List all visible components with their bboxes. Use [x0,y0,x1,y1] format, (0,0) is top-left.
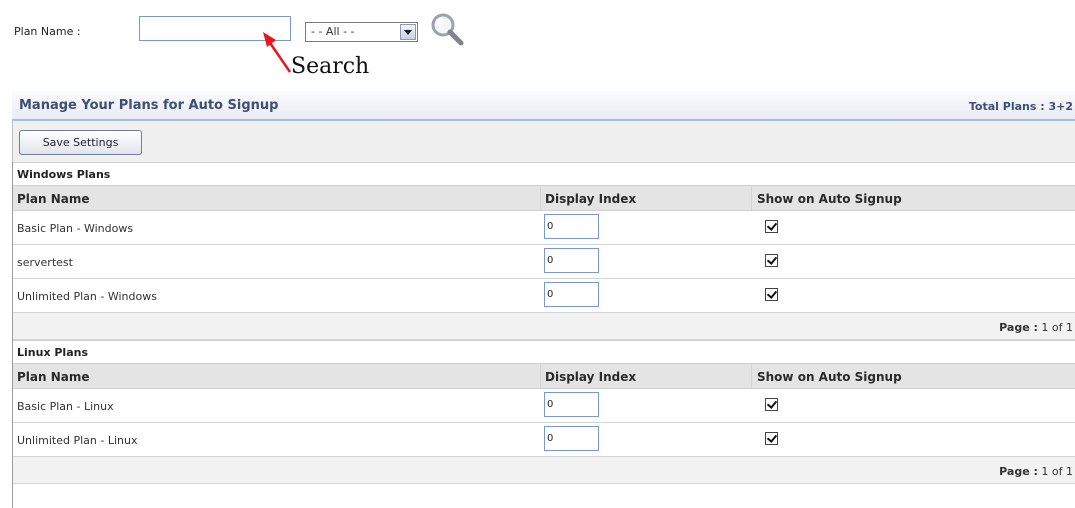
panel-toolbar: Save Settings [12,121,1075,162]
display-index-input[interactable] [544,214,599,239]
column-header-show-on-auto-signup: Show on Auto Signup [757,370,902,384]
column-header-display-index: Display Index [545,370,637,384]
plans-table: Windows Plans Plan Name Display Index Sh… [12,162,1075,508]
column-divider [540,186,541,210]
panel-header: Manage Your Plans for Auto Signup Total … [12,91,1075,121]
column-divider [751,186,752,210]
table-row: Basic Plan - Linux [13,389,1075,423]
plan-name-label: Plan Name : [14,25,81,38]
table-row: servertest [13,245,1075,279]
display-index-input[interactable] [544,426,599,451]
section-title-windows: Windows Plans [13,162,1075,186]
column-divider [540,364,541,388]
pager-value: 1 of 1 [1041,321,1073,334]
search-bar: Plan Name : - - All - - Search [0,0,1075,90]
magnifier-icon[interactable] [428,10,468,48]
table-row: Unlimited Plan - Windows [13,279,1075,313]
display-index-input[interactable] [544,248,599,273]
total-plans-count: Total Plans : 3+2 [968,100,1073,113]
display-index-input[interactable] [544,392,599,417]
plan-name-cell: Basic Plan - Linux [17,400,114,413]
panel-title: Manage Your Plans for Auto Signup [19,98,279,113]
show-on-signup-checkbox[interactable] [765,288,778,301]
save-settings-button[interactable]: Save Settings [19,130,142,155]
table-row: Basic Plan - Windows [13,211,1075,245]
plan-name-cell: Basic Plan - Windows [17,222,134,235]
column-header-plan-name: Plan Name [17,370,90,384]
annotation-search-label: Search [291,54,370,79]
show-on-signup-checkbox[interactable] [765,432,778,445]
manage-plans-panel: Manage Your Plans for Auto Signup Total … [12,91,1075,508]
section-title-linux: Linux Plans [13,340,1075,364]
chevron-down-icon[interactable] [400,24,416,40]
plan-filter-selected: - - All - - [311,25,355,38]
pager-label: Page : [999,321,1038,334]
show-on-signup-checkbox[interactable] [765,254,778,267]
table-header-row: Plan Name Display Index Show on Auto Sig… [13,364,1075,389]
pager-label: Page : [999,465,1038,478]
pager-windows: Page : 1 of 1 [13,313,1075,340]
plan-filter-select[interactable]: - - All - - [305,22,418,42]
show-on-signup-checkbox[interactable] [765,398,778,411]
column-header-plan-name: Plan Name [17,192,90,206]
column-divider [751,364,752,388]
column-header-display-index: Display Index [545,192,637,206]
plan-name-cell: Unlimited Plan - Windows [17,290,157,303]
show-on-signup-checkbox[interactable] [765,220,778,233]
pager-linux: Page : 1 of 1 [13,457,1075,484]
column-header-show-on-auto-signup: Show on Auto Signup [757,192,902,206]
pager-value: 1 of 1 [1041,465,1073,478]
plan-name-cell: Unlimited Plan - Linux [17,434,138,447]
display-index-input[interactable] [544,282,599,307]
table-row: Unlimited Plan - Linux [13,423,1075,457]
table-header-row: Plan Name Display Index Show on Auto Sig… [13,186,1075,211]
plan-name-cell: servertest [17,256,73,269]
